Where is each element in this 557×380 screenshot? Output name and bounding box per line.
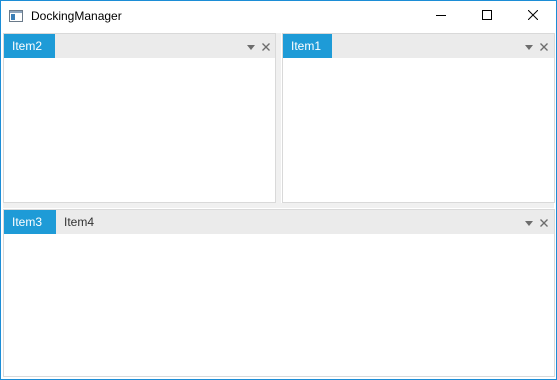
- pane-header: Item1: [283, 34, 554, 58]
- dock-pane-top-right: Item1: [282, 33, 555, 203]
- window-title: DockingManager: [31, 9, 122, 23]
- pane-content: [4, 58, 275, 202]
- main-window: DockingManager Item2 Item1 Item3 Item4: [0, 0, 557, 380]
- maximize-button[interactable]: [464, 1, 510, 31]
- close-window-button[interactable]: [510, 1, 556, 31]
- close-icon: [527, 7, 539, 25]
- tab-label: Item4: [64, 215, 95, 229]
- dropdown-arrow-icon[interactable]: [523, 216, 535, 228]
- dock-pane-bottom: Item3 Item4: [3, 209, 555, 377]
- dropdown-arrow-icon[interactable]: [523, 40, 535, 52]
- tab-item1[interactable]: Item1: [283, 34, 332, 58]
- vertical-splitter[interactable]: [276, 33, 281, 203]
- pane-header: Item2: [4, 34, 275, 58]
- pane-content: [283, 58, 554, 202]
- close-icon[interactable]: [538, 216, 550, 228]
- tab-label: Item2: [12, 39, 43, 53]
- tab-label: Item1: [291, 39, 322, 53]
- tab-item2[interactable]: Item2: [4, 34, 55, 58]
- dropdown-arrow-icon[interactable]: [245, 40, 257, 52]
- pane-content: [4, 234, 554, 376]
- pane-header: Item3 Item4: [4, 210, 554, 234]
- dock-pane-top-left: Item2: [3, 33, 276, 203]
- minimize-button[interactable]: [418, 1, 464, 31]
- close-icon[interactable]: [260, 40, 272, 52]
- close-icon[interactable]: [538, 40, 550, 52]
- app-window-icon: [9, 9, 23, 22]
- maximize-icon: [482, 7, 492, 25]
- tab-item4[interactable]: Item4: [56, 210, 104, 234]
- tab-item3[interactable]: Item3: [4, 210, 56, 234]
- minimize-icon: [436, 7, 446, 25]
- horizontal-splitter[interactable]: [3, 203, 554, 208]
- tab-label: Item3: [12, 215, 43, 229]
- title-bar[interactable]: DockingManager: [1, 1, 556, 31]
